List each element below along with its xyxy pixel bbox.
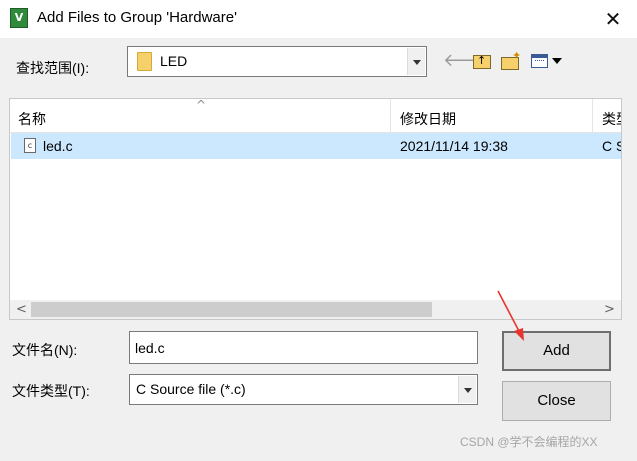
file-name-cell: led.c xyxy=(43,138,73,154)
file-modified-cell: 2021/11/14 19:38 xyxy=(400,138,508,154)
column-header: 名称 ^ 修改日期 类型 xyxy=(10,99,621,133)
column-type[interactable]: 类型 xyxy=(602,109,621,129)
filetype-dropdown[interactable]: C Source file (*.c) xyxy=(129,374,478,405)
scroll-left-icon[interactable]: < xyxy=(12,300,31,319)
file-row-led-c[interactable]: c led.c 2021/11/14 19:38 C Source file xyxy=(11,133,621,159)
annotation-arrow-icon xyxy=(497,290,524,341)
filename-label: 文件名(N): xyxy=(12,342,78,358)
close-window-icon[interactable]: ✕ xyxy=(600,6,626,32)
sort-ascending-icon: ^ xyxy=(196,98,207,112)
filetype-dropdown-arrow-icon[interactable] xyxy=(458,376,476,403)
close-button[interactable]: Close xyxy=(502,381,611,421)
scroll-right-icon[interactable]: > xyxy=(600,300,619,319)
up-one-level-icon[interactable]: ↑ xyxy=(471,50,495,72)
scrollbar-thumb[interactable] xyxy=(31,302,432,317)
column-modified[interactable]: 修改日期 xyxy=(400,109,456,129)
column-divider[interactable] xyxy=(390,99,391,133)
keil-app-icon: V xyxy=(10,8,28,28)
c-file-icon: c xyxy=(24,138,36,153)
window-title: Add Files to Group 'Hardware' xyxy=(37,9,237,26)
new-folder-icon[interactable]: ✦ xyxy=(499,49,523,72)
filetype-label: 文件类型(T): xyxy=(12,383,90,399)
lookin-dropdown-arrow-icon[interactable] xyxy=(407,48,425,75)
view-menu-icon[interactable] xyxy=(529,50,567,72)
folder-icon xyxy=(137,52,152,71)
column-name[interactable]: 名称 xyxy=(18,109,46,129)
lookin-value: LED xyxy=(160,53,188,69)
watermark: CSDN @学不会编程的XX xyxy=(460,435,598,449)
lookin-dropdown[interactable]: LED xyxy=(127,46,427,77)
file-list[interactable]: 名称 ^ 修改日期 类型 c led.c 2021/11/14 19:38 C … xyxy=(9,98,622,320)
lookin-label: 查找范围(I): xyxy=(16,60,90,76)
column-divider[interactable] xyxy=(592,99,593,133)
filename-input[interactable] xyxy=(129,331,478,364)
title-bar: V Add Files to Group 'Hardware' ✕ xyxy=(0,0,637,38)
filetype-value: C Source file (*.c) xyxy=(136,381,246,397)
file-type-cell: C Source file xyxy=(602,138,621,154)
back-arrow-icon[interactable]: 🡐 xyxy=(443,50,491,72)
